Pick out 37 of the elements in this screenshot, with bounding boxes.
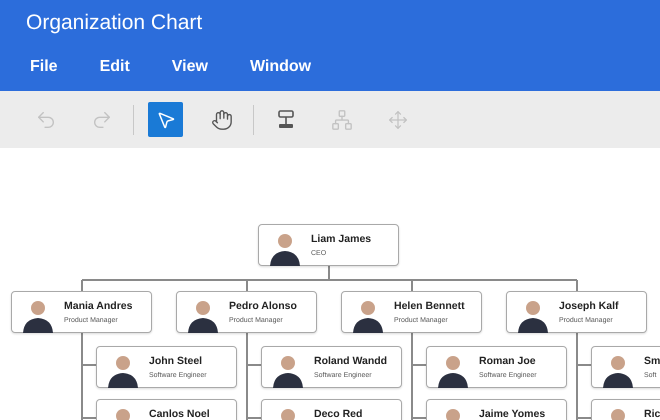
avatar xyxy=(108,356,138,388)
window-title: Organization Chart xyxy=(25,10,204,36)
move-icon xyxy=(388,110,408,130)
employee-name: Mania Andres xyxy=(64,300,132,312)
employee-name: Pedro Alonso xyxy=(229,300,297,312)
menu-item[interactable]: File xyxy=(30,58,58,76)
employee-card[interactable]: Deco Red xyxy=(261,399,402,420)
employee-name: Sm xyxy=(644,355,660,367)
avatar xyxy=(273,356,303,388)
avatar xyxy=(438,356,468,388)
employee-card[interactable]: Canlos Noel xyxy=(96,399,237,420)
employee-name: Roman Joe xyxy=(479,355,537,367)
employee-card[interactable]: Ric xyxy=(591,399,660,420)
employee-name: Canlos Noel xyxy=(149,408,210,420)
node-icon xyxy=(276,110,294,130)
menu-item[interactable]: View xyxy=(172,58,208,76)
avatar xyxy=(353,301,383,333)
employee-name: Joseph Kalf xyxy=(559,300,619,312)
avatar xyxy=(188,301,218,333)
avatar xyxy=(270,234,300,266)
employee-card[interactable]: Jaime Yomes xyxy=(426,399,567,420)
employee-name: Jaime Yomes xyxy=(479,408,546,420)
menu-item[interactable]: Window xyxy=(250,58,312,76)
pointer-tool-button[interactable] xyxy=(148,102,183,137)
pointer-icon xyxy=(156,110,176,130)
employee-name: Helen Bennett xyxy=(394,300,465,312)
employee-name: John Steel xyxy=(149,355,204,367)
employee-name: Deco Red xyxy=(314,408,362,420)
avatar xyxy=(518,301,548,333)
employee-name: Liam James xyxy=(311,233,372,245)
employee-name: Ric xyxy=(644,408,660,420)
hand-icon xyxy=(210,108,232,130)
avatar xyxy=(603,356,633,388)
avatar xyxy=(23,301,53,333)
hierarchy-icon xyxy=(330,108,352,130)
menu-item[interactable]: Edit xyxy=(100,58,130,76)
employee-name: Roland Wandd xyxy=(314,355,388,367)
